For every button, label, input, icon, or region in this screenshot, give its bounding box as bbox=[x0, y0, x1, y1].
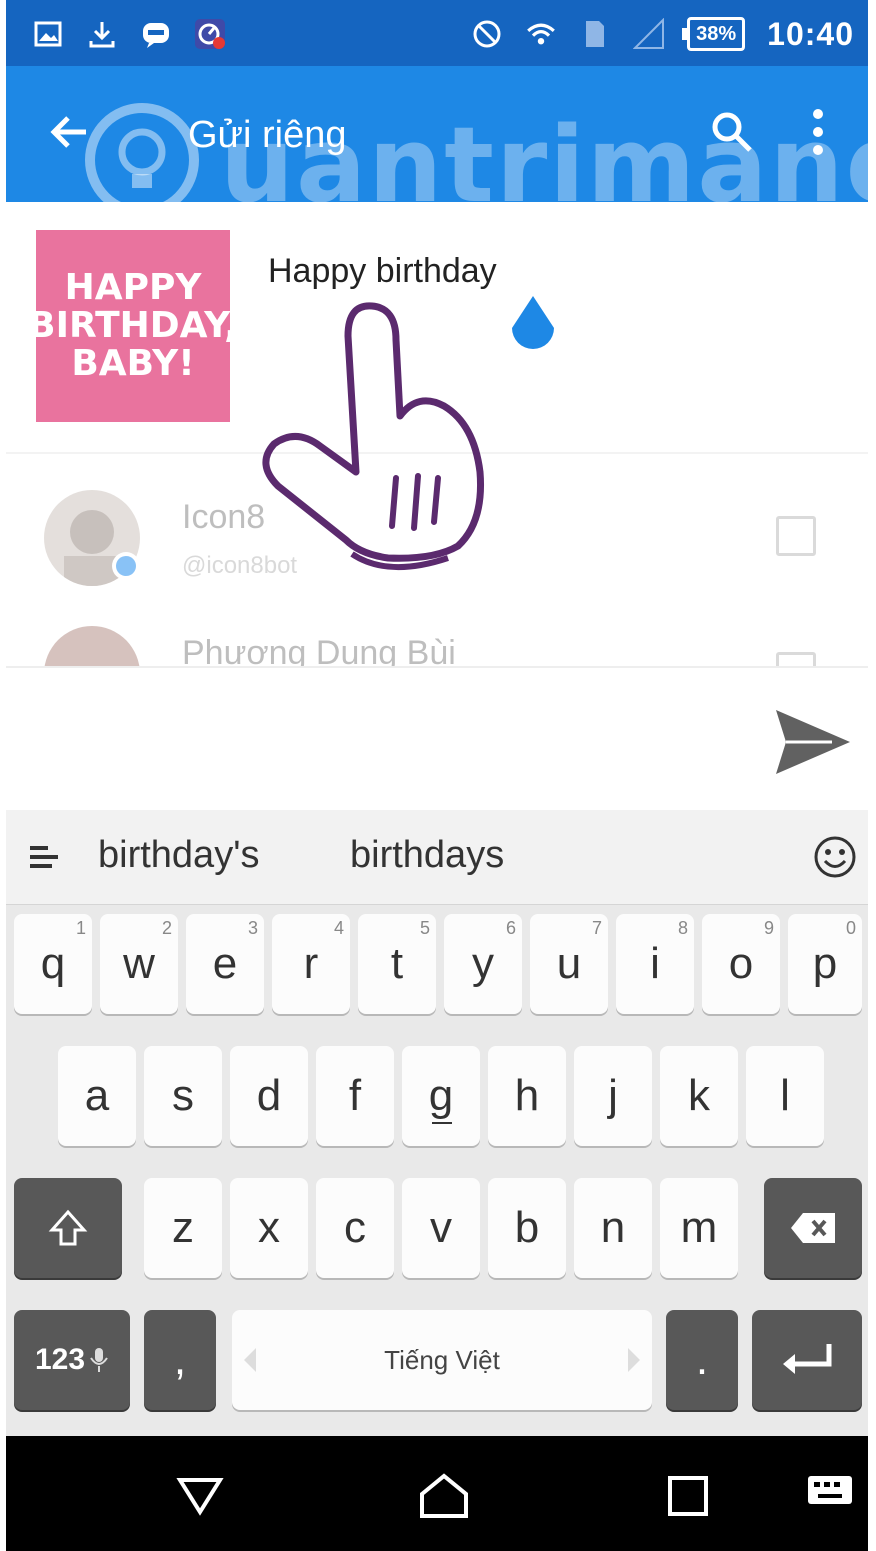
key-o[interactable]: 9o bbox=[702, 914, 780, 1014]
key-m[interactable]: m bbox=[660, 1178, 738, 1278]
keyboard: birthday's birthdays 1q 2w 3e 4r 5t 6y 7… bbox=[6, 810, 868, 1436]
keyboard-icon[interactable] bbox=[806, 1472, 854, 1520]
backspace-icon bbox=[791, 1213, 835, 1243]
chevron-right-icon bbox=[628, 1348, 640, 1372]
enter-key[interactable] bbox=[752, 1310, 862, 1410]
messenger-badge-icon bbox=[112, 552, 140, 580]
key-a[interactable]: a bbox=[58, 1046, 136, 1146]
list-item[interactable]: Phương Dung Bùi bbox=[6, 588, 868, 666]
suggestion-2[interactable]: birthdays bbox=[350, 834, 504, 877]
status-bar: 38% 10:40 bbox=[6, 0, 868, 66]
birthday-sticker[interactable]: HAPPY BIRTHDAY, BABY! bbox=[28, 230, 238, 422]
do-not-disturb-icon bbox=[471, 18, 503, 50]
contact-name: Phương Dung Bùi bbox=[182, 634, 456, 666]
key-c[interactable]: c bbox=[316, 1178, 394, 1278]
key-k[interactable]: k bbox=[660, 1046, 738, 1146]
lightbulb-logo-icon bbox=[82, 100, 202, 220]
gallery-icon bbox=[32, 18, 64, 50]
recents-icon[interactable] bbox=[664, 1472, 712, 1520]
home-icon[interactable] bbox=[418, 1472, 468, 1520]
backspace-key[interactable] bbox=[764, 1178, 862, 1278]
shift-key[interactable] bbox=[14, 1178, 122, 1278]
speedometer-icon bbox=[194, 18, 226, 50]
numbers-key[interactable]: 123 bbox=[14, 1310, 130, 1410]
key-u[interactable]: 7u bbox=[530, 914, 608, 1014]
pointing-hand-icon bbox=[262, 302, 484, 571]
battery-icon: 38% bbox=[682, 17, 746, 51]
suggestion-bar: birthday's birthdays bbox=[6, 810, 868, 905]
signal-icon bbox=[633, 18, 665, 50]
key-v[interactable]: v bbox=[402, 1178, 480, 1278]
suggestion-1[interactable]: birthday's bbox=[98, 834, 259, 877]
key-w[interactable]: 2w bbox=[100, 914, 178, 1014]
chevron-left-icon bbox=[244, 1348, 256, 1372]
select-checkbox[interactable] bbox=[776, 516, 816, 556]
key-t[interactable]: 5t bbox=[358, 914, 436, 1014]
key-e[interactable]: 3e bbox=[186, 914, 264, 1014]
period-key[interactable]: . bbox=[666, 1310, 738, 1410]
avatar bbox=[44, 626, 140, 666]
shift-icon bbox=[48, 1209, 88, 1246]
key-b[interactable]: b bbox=[488, 1178, 566, 1278]
card-line-3: BABY! bbox=[71, 343, 195, 384]
key-i[interactable]: 8i bbox=[616, 914, 694, 1014]
enter-icon bbox=[783, 1344, 832, 1374]
key-j[interactable]: j bbox=[574, 1046, 652, 1146]
key-p[interactable]: 0p bbox=[788, 914, 862, 1014]
message-input[interactable]: Happy birthday bbox=[268, 252, 497, 291]
send-icon[interactable] bbox=[772, 706, 854, 778]
emoji-icon[interactable] bbox=[812, 834, 858, 880]
more-vert-icon[interactable] bbox=[806, 106, 830, 158]
key-n[interactable]: n bbox=[574, 1178, 652, 1278]
text-cursor-handle-icon[interactable] bbox=[504, 292, 562, 358]
comma-key[interactable]: , bbox=[144, 1310, 216, 1410]
menu-icon[interactable] bbox=[30, 842, 60, 872]
space-key[interactable]: Tiếng Việt bbox=[232, 1310, 652, 1410]
key-x[interactable]: x bbox=[230, 1178, 308, 1278]
key-l[interactable]: l bbox=[746, 1046, 824, 1146]
key-g-underline bbox=[432, 1122, 452, 1124]
wifi-icon bbox=[525, 18, 557, 50]
download-icon bbox=[86, 18, 118, 50]
mic-icon bbox=[90, 1348, 108, 1372]
sim-icon bbox=[579, 18, 611, 50]
back-triangle-icon[interactable] bbox=[176, 1472, 224, 1520]
key-r[interactable]: 4r bbox=[272, 914, 350, 1014]
select-checkbox[interactable] bbox=[776, 652, 816, 666]
navigation-bar bbox=[6, 1436, 868, 1551]
send-area bbox=[6, 666, 868, 812]
card-line-1: HAPPY bbox=[64, 267, 202, 308]
key-z[interactable]: z bbox=[144, 1178, 222, 1278]
card-line-2: BIRTHDAY, bbox=[28, 305, 238, 346]
key-s[interactable]: s bbox=[144, 1046, 222, 1146]
key-d[interactable]: d bbox=[230, 1046, 308, 1146]
key-f[interactable]: f bbox=[316, 1046, 394, 1146]
page-title: Gửi riêng bbox=[188, 114, 347, 156]
zalo-icon bbox=[140, 18, 172, 50]
key-q[interactable]: 1q bbox=[14, 914, 92, 1014]
key-y[interactable]: 6y bbox=[444, 914, 522, 1014]
status-clock: 10:40 bbox=[767, 15, 854, 52]
key-h[interactable]: h bbox=[488, 1046, 566, 1146]
search-icon[interactable] bbox=[710, 110, 754, 154]
key-g[interactable]: g bbox=[402, 1046, 480, 1146]
